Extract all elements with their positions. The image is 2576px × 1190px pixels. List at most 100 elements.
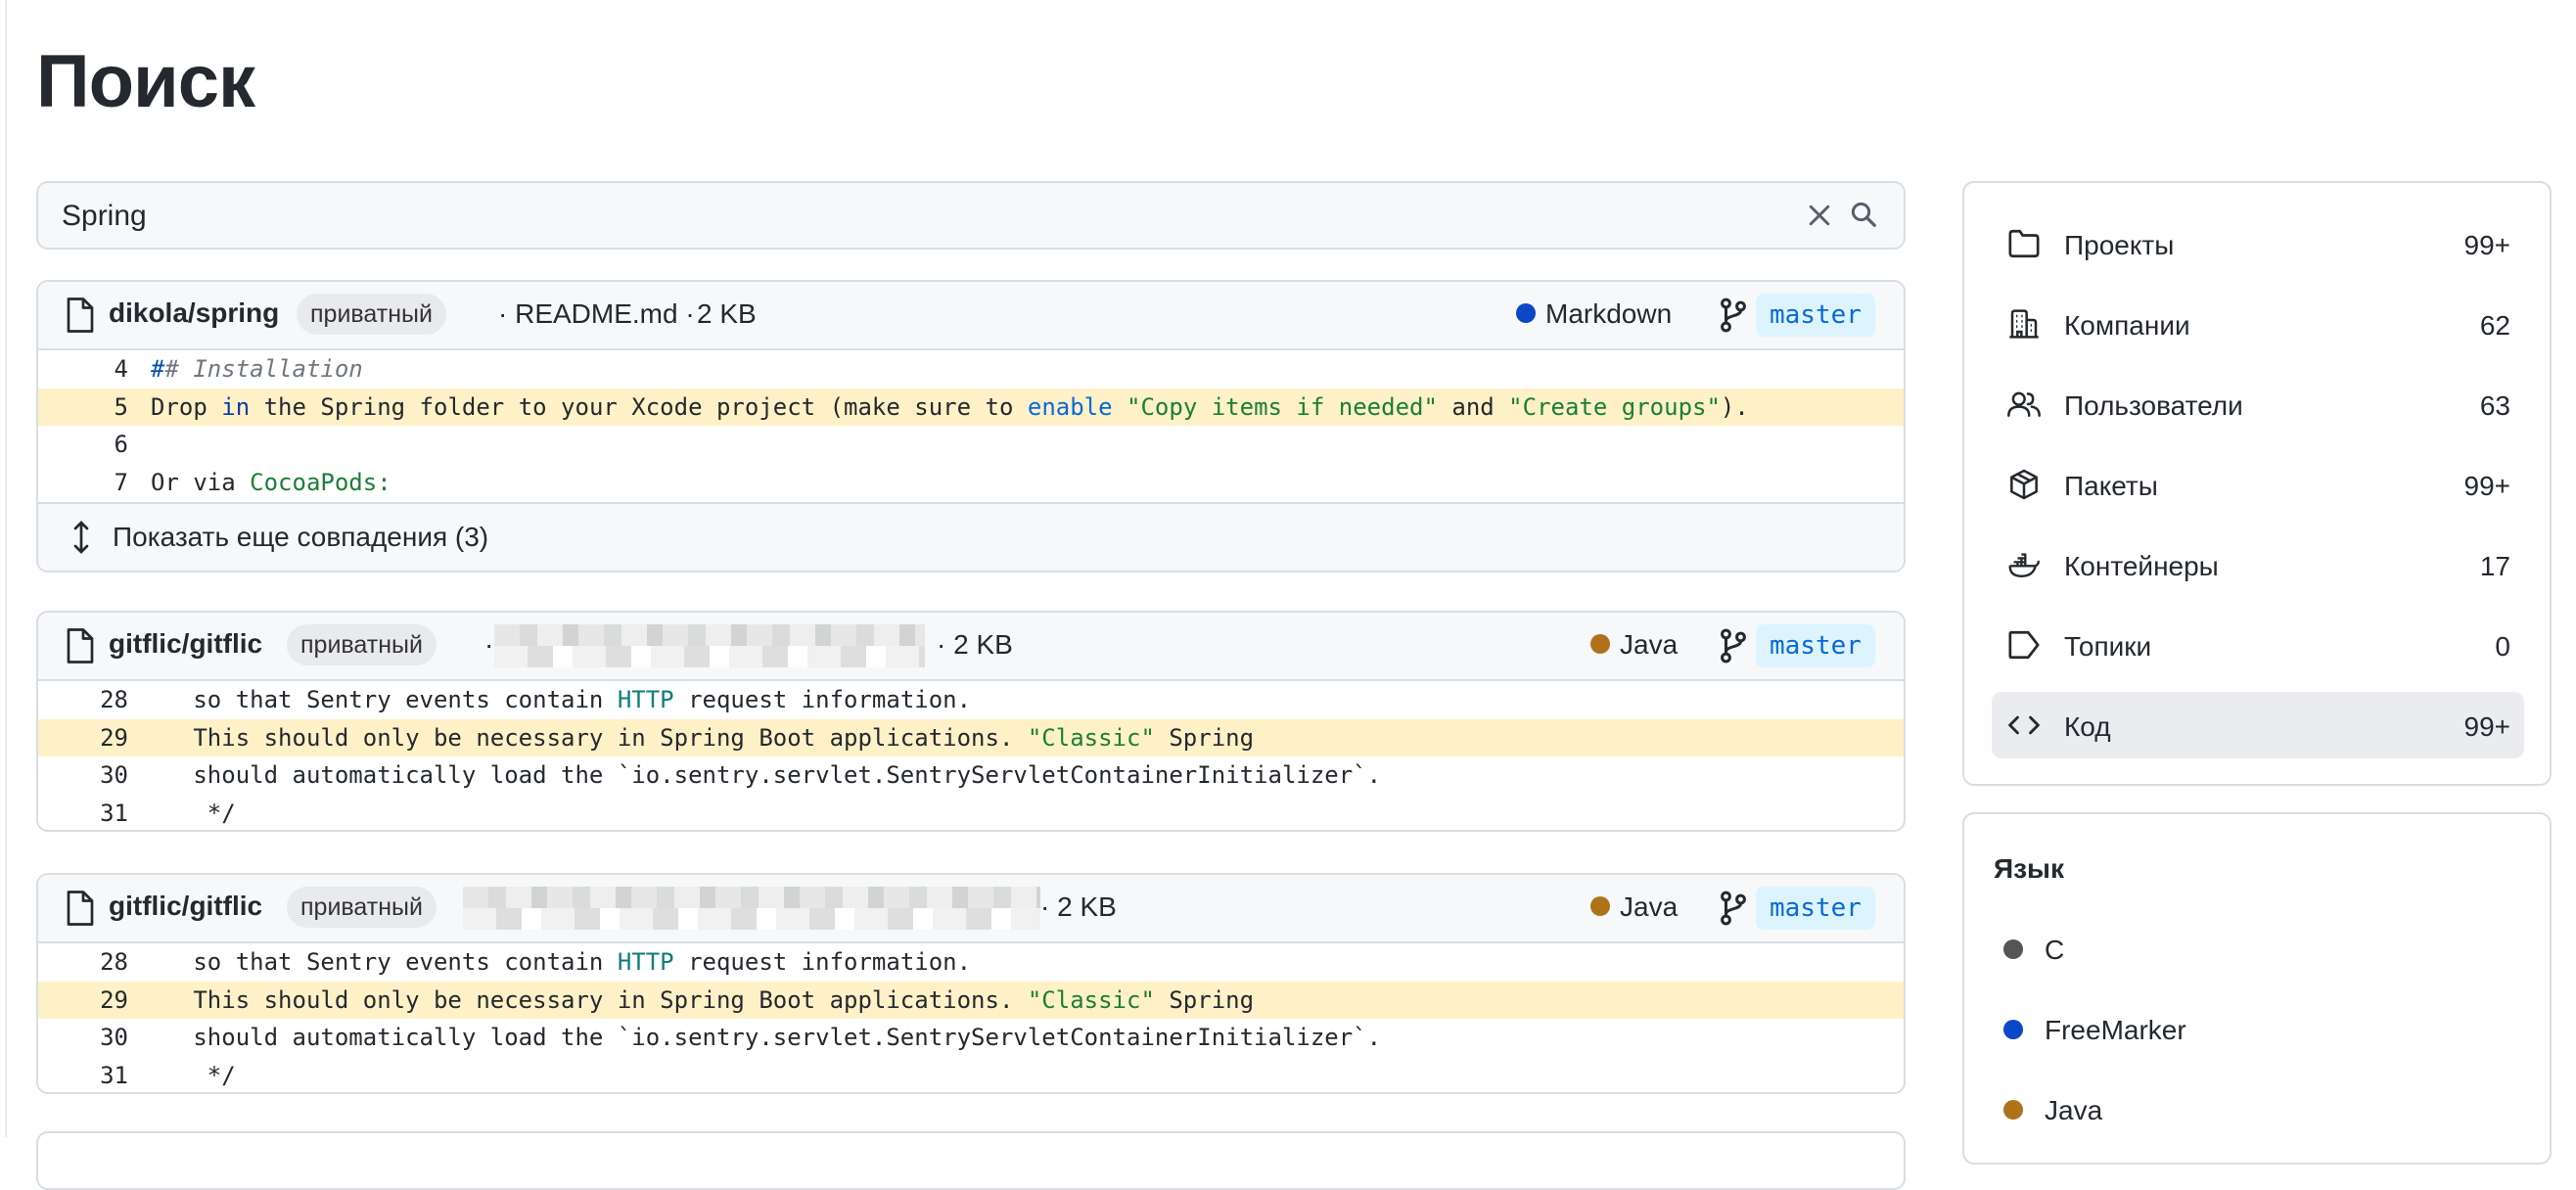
- sidebar-item-label: Топики: [2064, 631, 2152, 662]
- code-snippet: 4 ## Installation 5 Drop in the Spring fol…: [38, 350, 1904, 502]
- code-token: "Copy items if needed": [1127, 392, 1438, 421]
- page-edge: [5, 0, 7, 1137]
- code-line: 6: [38, 426, 1904, 464]
- sidebar-item-label: Пакеты: [2064, 471, 2158, 501]
- sidebar-item-count: 62: [2479, 310, 2510, 341]
- sidebar-item-count: 99+: [2463, 230, 2511, 260]
- code-token: so that Sentry events contain: [151, 948, 618, 976]
- result-card: [36, 1131, 1906, 1190]
- code-line: 31 */: [38, 795, 1904, 830]
- redacted-stripe: [494, 646, 925, 667]
- code-line: 7 Or via CocoaPods:: [38, 464, 1904, 502]
- code-text: so that Sentry events contain HTTP reque…: [151, 681, 971, 719]
- result-card: gitflic/gitflic приватный · 2 KB Java ma…: [36, 873, 1906, 1094]
- line-number: 31: [100, 1062, 128, 1090]
- sidebar-item-containers[interactable]: Контейнеры 17: [1992, 531, 2524, 598]
- sidebar-item-packages[interactable]: Пакеты 99+: [1992, 451, 2524, 518]
- sidebar-item-count: 99+: [2463, 711, 2511, 742]
- folder-icon: [2008, 229, 2040, 258]
- line-number: 28: [100, 948, 128, 976]
- code-text: */: [151, 800, 236, 828]
- sidebar-item-companies[interactable]: Компании 62: [1992, 291, 2524, 357]
- result-header: dikola/spring приватный · README.md · 2 …: [38, 282, 1904, 350]
- sidebar-item-code[interactable]: Код 99+: [1992, 692, 2524, 758]
- search-category-sidebar: Проекты 99+ Компании 62 Пользователи 63 …: [1962, 181, 2552, 786]
- language-label: C: [2045, 935, 2065, 965]
- language-item[interactable]: Java: [2003, 1095, 2102, 1126]
- container-icon: [2008, 553, 2040, 577]
- code-token: Drop: [151, 392, 222, 421]
- sidebar-item-projects[interactable]: Проекты 99+: [1992, 210, 2524, 277]
- sidebar-item-topics[interactable]: Топики 0: [1992, 612, 2524, 678]
- line-number: 30: [100, 1024, 128, 1052]
- search-input[interactable]: [60, 195, 1806, 238]
- file-size: 2 KB: [697, 298, 757, 329]
- language-dot: [2003, 1099, 2023, 1120]
- code-token: #: [151, 355, 165, 383]
- private-badge: приватный: [287, 887, 437, 928]
- repo-link[interactable]: gitflic/gitflic: [109, 891, 262, 922]
- sidebar-item-label: Код: [2064, 711, 2111, 742]
- file-icon: [67, 891, 94, 926]
- result-header: gitflic/gitflic приватный · · 2 KB Java …: [38, 613, 1904, 681]
- language-name: Java: [1620, 629, 1679, 660]
- code-line: 4 ## Installation: [38, 350, 1904, 389]
- code-text: so that Sentry events contain HTTP reque…: [151, 943, 971, 982]
- show-more-label: Показать еще совпадения (3): [113, 521, 489, 552]
- language-item[interactable]: C: [2003, 935, 2064, 966]
- code-line: 28 so that Sentry events contain HTTP re…: [38, 681, 1904, 719]
- repo-link[interactable]: dikola/spring: [109, 298, 279, 329]
- branch-badge[interactable]: master: [1756, 887, 1875, 930]
- language-label: Markdown: [1516, 298, 1672, 330]
- search-box: [36, 181, 1906, 250]
- branch-badge[interactable]: master: [1756, 624, 1875, 667]
- code-text: */: [151, 1062, 236, 1090]
- code-line: 31 */: [38, 1057, 1904, 1092]
- code-token: CocoaPods:: [250, 469, 391, 497]
- sidebar-item-label: Контейнеры: [2064, 551, 2219, 581]
- code-text: should automatically load the `io.sentry…: [151, 1024, 1382, 1052]
- code-token: request information.: [673, 686, 972, 713]
- file-icon: [67, 628, 94, 664]
- code-token: and: [1437, 392, 1509, 421]
- line-number: 4: [114, 355, 128, 383]
- package-icon: [2010, 469, 2038, 500]
- sidebar-item-users[interactable]: Пользователи 63: [1992, 371, 2524, 437]
- code-token: request information.: [673, 948, 972, 976]
- branch-badge[interactable]: master: [1756, 294, 1875, 337]
- code-token: HTTP: [617, 948, 674, 976]
- show-more-button[interactable]: Показать еще совпадения (3): [38, 501, 1904, 571]
- close-icon[interactable]: [1805, 201, 1834, 230]
- code-token: in: [221, 392, 251, 421]
- private-badge: приватный: [287, 624, 437, 665]
- code-icon: [2008, 715, 2040, 735]
- code-token: HTTP: [617, 686, 674, 713]
- private-badge: приватный: [297, 294, 446, 335]
- file-size: · 2 KB: [1040, 892, 1117, 922]
- file-size: · 2 KB: [937, 629, 1013, 660]
- line-number: 29: [100, 723, 128, 752]
- redacted-filename: [463, 887, 1040, 930]
- code-line-highlight: 29 This should only be necessary in Spri…: [38, 981, 1904, 1020]
- code-text: This should only be necessary in Spring …: [151, 982, 1254, 1020]
- language-label: Java: [1590, 629, 1678, 661]
- code-token: "Classic": [1027, 985, 1155, 1014]
- line-number: 5: [114, 392, 128, 421]
- language-item[interactable]: FreeMarker: [2003, 1015, 2186, 1046]
- sidebar-item-count: 99+: [2463, 471, 2511, 501]
- redacted-stripe: [463, 908, 1040, 930]
- branch-icon: [1721, 891, 1746, 926]
- repo-link[interactable]: gitflic/gitflic: [109, 628, 262, 660]
- code-token: the Spring folder to your Xcode project …: [250, 392, 1028, 421]
- code-text: This should only be necessary in Spring …: [151, 719, 1254, 757]
- language-dot: [1516, 302, 1536, 323]
- sidebar-item-count: 0: [2495, 631, 2510, 662]
- code-line-highlight: 29 This should only be necessary in Spri…: [38, 718, 1904, 757]
- line-number: 31: [100, 800, 128, 828]
- language-dot: [2003, 1019, 2023, 1039]
- file-name[interactable]: · README.md ·: [498, 298, 695, 330]
- language-name: Markdown: [1545, 298, 1673, 329]
- search-icon[interactable]: [1849, 200, 1878, 229]
- code-token: # Installation: [164, 355, 363, 383]
- code-token: so that Sentry events contain: [151, 686, 618, 713]
